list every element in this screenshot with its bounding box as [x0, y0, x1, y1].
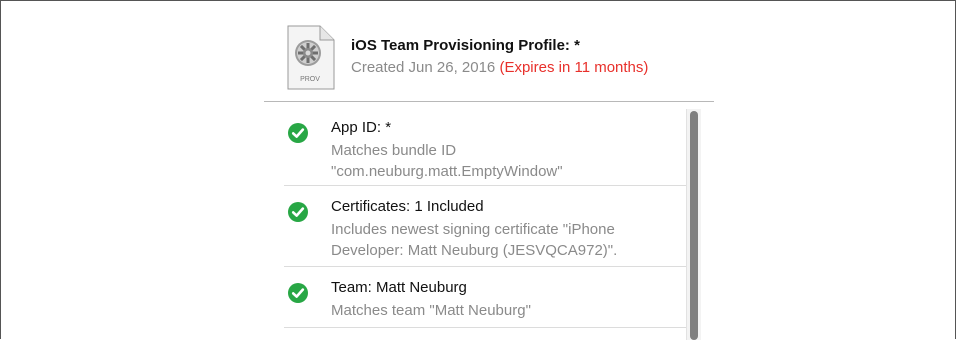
vertical-scrollbar[interactable] — [686, 109, 701, 340]
check-circle-icon — [288, 202, 308, 222]
item-title: App ID: * — [331, 119, 392, 136]
profile-created-date: Created Jun 26, 2016 — [351, 59, 496, 76]
prov-file-icon: PROV — [287, 25, 335, 90]
item-description: Matches bundle ID "com.neuburg.matt.Empt… — [331, 142, 563, 180]
provisioning-profile-panel: PROV iOS Team Provisioning Profile: * Cr… — [0, 0, 956, 340]
item-title: Certificates: 1 Included — [331, 198, 484, 215]
scrollbar-thumb[interactable] — [690, 111, 698, 340]
validation-list[interactable]: App ID: * Matches bundle ID "com.neuburg… — [264, 102, 704, 340]
check-circle-icon — [288, 123, 308, 143]
prov-icon-label: PROV — [300, 76, 320, 83]
item-description: Matches team "Matt Neuburg" — [331, 302, 531, 319]
item-description: Includes newest signing certificate "iPh… — [331, 221, 618, 259]
profile-subtitle: Created Jun 26, 2016 (Expires in 11 mont… — [351, 59, 648, 76]
item-divider — [284, 327, 689, 328]
profile-header: PROV iOS Team Provisioning Profile: * Cr… — [284, 23, 714, 95]
check-circle-icon — [288, 283, 308, 303]
item-divider — [284, 266, 689, 267]
item-divider — [284, 185, 689, 186]
profile-title: iOS Team Provisioning Profile: * — [351, 37, 580, 54]
item-title: Team: Matt Neuburg — [331, 279, 467, 296]
profile-expiry-warning: (Expires in 11 months) — [499, 59, 649, 76]
